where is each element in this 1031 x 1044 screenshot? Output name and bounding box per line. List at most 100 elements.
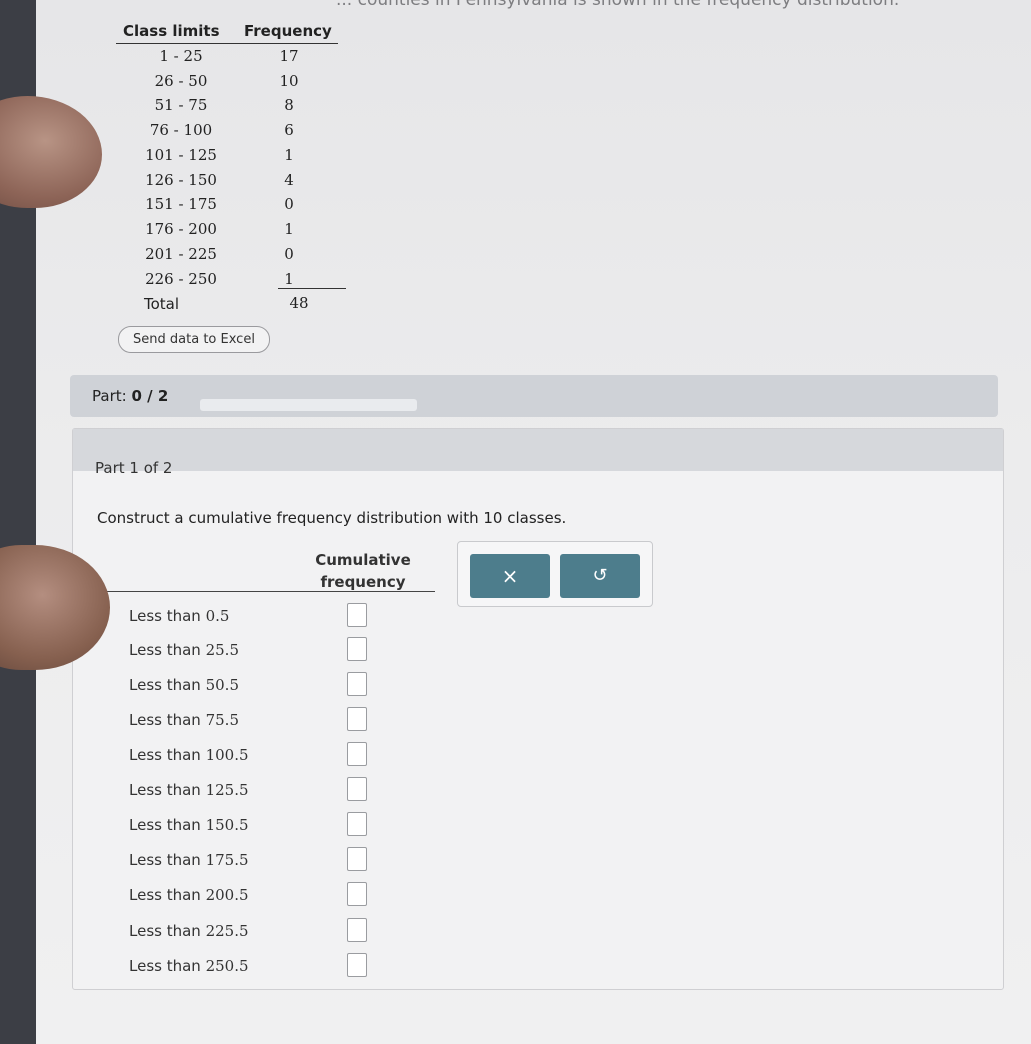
- clear-button[interactable]: ×: [470, 554, 550, 598]
- cumulative-row: Less than 0.5: [129, 603, 469, 633]
- row-label: Less than 125.5: [129, 781, 249, 799]
- frequency-cell: 0: [284, 245, 294, 263]
- class-limits-cell: 126 - 150: [145, 171, 217, 189]
- answer-input[interactable]: [347, 742, 367, 766]
- cumulative-row: Less than 250.5: [129, 953, 469, 983]
- header-rule: [116, 43, 338, 44]
- frequency-cell: 8: [284, 96, 294, 114]
- row-label: Less than 25.5: [129, 641, 239, 659]
- row-label-prefix: Less than: [129, 886, 201, 904]
- cumulative-row: Less than 225.5: [129, 918, 469, 948]
- cumulative-row: Less than 100.5: [129, 742, 469, 772]
- table-row: 126 - 150 4: [116, 171, 436, 195]
- row-label: Less than 75.5: [129, 711, 239, 729]
- cumulative-row: Less than 75.5: [129, 707, 469, 737]
- row-label-value: 200.5: [205, 886, 249, 904]
- row-label-value: 150.5: [205, 816, 249, 834]
- row-label-prefix: Less than: [129, 676, 201, 694]
- cumulative-header-line2: frequency: [320, 573, 406, 591]
- cumulative-row: Less than 50.5: [129, 672, 469, 702]
- answer-input[interactable]: [347, 847, 367, 871]
- answer-input[interactable]: [347, 812, 367, 836]
- frequency-cell: 0: [284, 195, 294, 213]
- frequency-cell: 1: [284, 270, 294, 288]
- table-row: 201 - 225 0: [116, 245, 436, 269]
- cumulative-header-rule: [103, 591, 435, 592]
- header-frequency: Frequency: [244, 22, 332, 40]
- answer-input[interactable]: [347, 707, 367, 731]
- row-label-prefix: Less than: [129, 641, 201, 659]
- problem-text: ... counties in Pennsylvania is shown in…: [336, 0, 900, 10]
- table-row: 1 - 25 17: [116, 47, 436, 71]
- frequency-cell: 1: [284, 146, 294, 164]
- row-label-value: 100.5: [205, 746, 249, 764]
- class-limits-cell: 151 - 175: [145, 195, 217, 213]
- answer-input[interactable]: [347, 637, 367, 661]
- header-class-limits: Class limits: [123, 22, 220, 40]
- frequency-cell: 10: [279, 72, 299, 90]
- table-row: 26 - 50 10: [116, 72, 436, 96]
- answer-input[interactable]: [347, 672, 367, 696]
- row-label: Less than 100.5: [129, 746, 249, 764]
- row-label-prefix: Less than: [129, 851, 201, 869]
- row-label-prefix: Less than: [129, 781, 201, 799]
- frequency-cell: 6: [284, 121, 294, 139]
- row-label-value: 75.5: [205, 711, 239, 729]
- row-label-prefix: Less than: [129, 746, 201, 764]
- row-label: Less than 175.5: [129, 851, 249, 869]
- cumulative-frequency-header: Cumulative frequency: [303, 549, 423, 593]
- progress-track: [200, 399, 417, 411]
- cumulative-row: Less than 125.5: [129, 777, 469, 807]
- row-label-prefix: Less than: [129, 922, 201, 940]
- row-label-value: 125.5: [205, 781, 249, 799]
- cumulative-row: Less than 175.5: [129, 847, 469, 877]
- part-progress-label: Part: 0 / 2: [92, 387, 168, 405]
- frequency-cell: 4: [284, 171, 294, 189]
- class-limits-cell: 176 - 200: [145, 220, 217, 238]
- row-label: Less than 225.5: [129, 922, 249, 940]
- row-label: Less than 150.5: [129, 816, 249, 834]
- table-row: 176 - 200 1: [116, 220, 436, 244]
- part1-header: [73, 429, 1003, 471]
- row-label-prefix: Less than: [129, 957, 201, 975]
- send-to-excel-button[interactable]: Send data to Excel: [118, 326, 270, 353]
- row-label-value: 0.5: [205, 607, 230, 625]
- answer-tools: × ↺: [457, 541, 653, 607]
- screen: ... counties in Pennsylvania is shown in…: [36, 0, 1031, 1044]
- row-label: Less than 0.5: [129, 607, 229, 625]
- row-label-value: 175.5: [205, 851, 249, 869]
- class-limits-cell: 51 - 75: [154, 96, 208, 114]
- class-limits-cell: 1 - 25: [159, 47, 203, 65]
- row-label-value: 250.5: [205, 957, 249, 975]
- table-row: 101 - 125 1: [116, 146, 436, 170]
- table-row: 76 - 100 6: [116, 121, 436, 145]
- class-limits-cell: 76 - 100: [149, 121, 213, 139]
- class-limits-cell: 26 - 50: [154, 72, 208, 90]
- sum-rule: [278, 288, 346, 289]
- part-progress-count: 0 / 2: [131, 387, 169, 405]
- answer-input[interactable]: [347, 918, 367, 942]
- cumulative-row: Less than 25.5: [129, 637, 469, 667]
- answer-input[interactable]: [347, 603, 367, 627]
- table-row: 51 - 75 8: [116, 96, 436, 120]
- answer-input[interactable]: [347, 777, 367, 801]
- undo-button[interactable]: ↺: [560, 554, 640, 598]
- row-label-value: 225.5: [205, 922, 249, 940]
- frequency-cell: 17: [279, 47, 299, 65]
- row-label-prefix: Less than: [129, 816, 201, 834]
- answer-input[interactable]: [347, 882, 367, 906]
- frequency-cell: 1: [284, 220, 294, 238]
- row-label-value: 25.5: [205, 641, 239, 659]
- answer-input[interactable]: [347, 953, 367, 977]
- row-label: Less than 200.5: [129, 886, 249, 904]
- instruction-text: Construct a cumulative frequency distrib…: [97, 509, 567, 527]
- table-row: 226 - 250 1: [116, 270, 436, 294]
- part1-title: Part 1 of 2: [95, 459, 173, 477]
- cumulative-header-line1: Cumulative: [315, 551, 411, 569]
- cumulative-row: Less than 200.5: [129, 882, 469, 912]
- class-limits-cell: 101 - 125: [145, 146, 217, 164]
- class-limits-cell: 201 - 225: [145, 245, 217, 263]
- undo-icon: ↺: [592, 565, 608, 586]
- cumulative-row: Less than 150.5: [129, 812, 469, 842]
- part-progress-bar: Part: 0 / 2: [70, 375, 998, 417]
